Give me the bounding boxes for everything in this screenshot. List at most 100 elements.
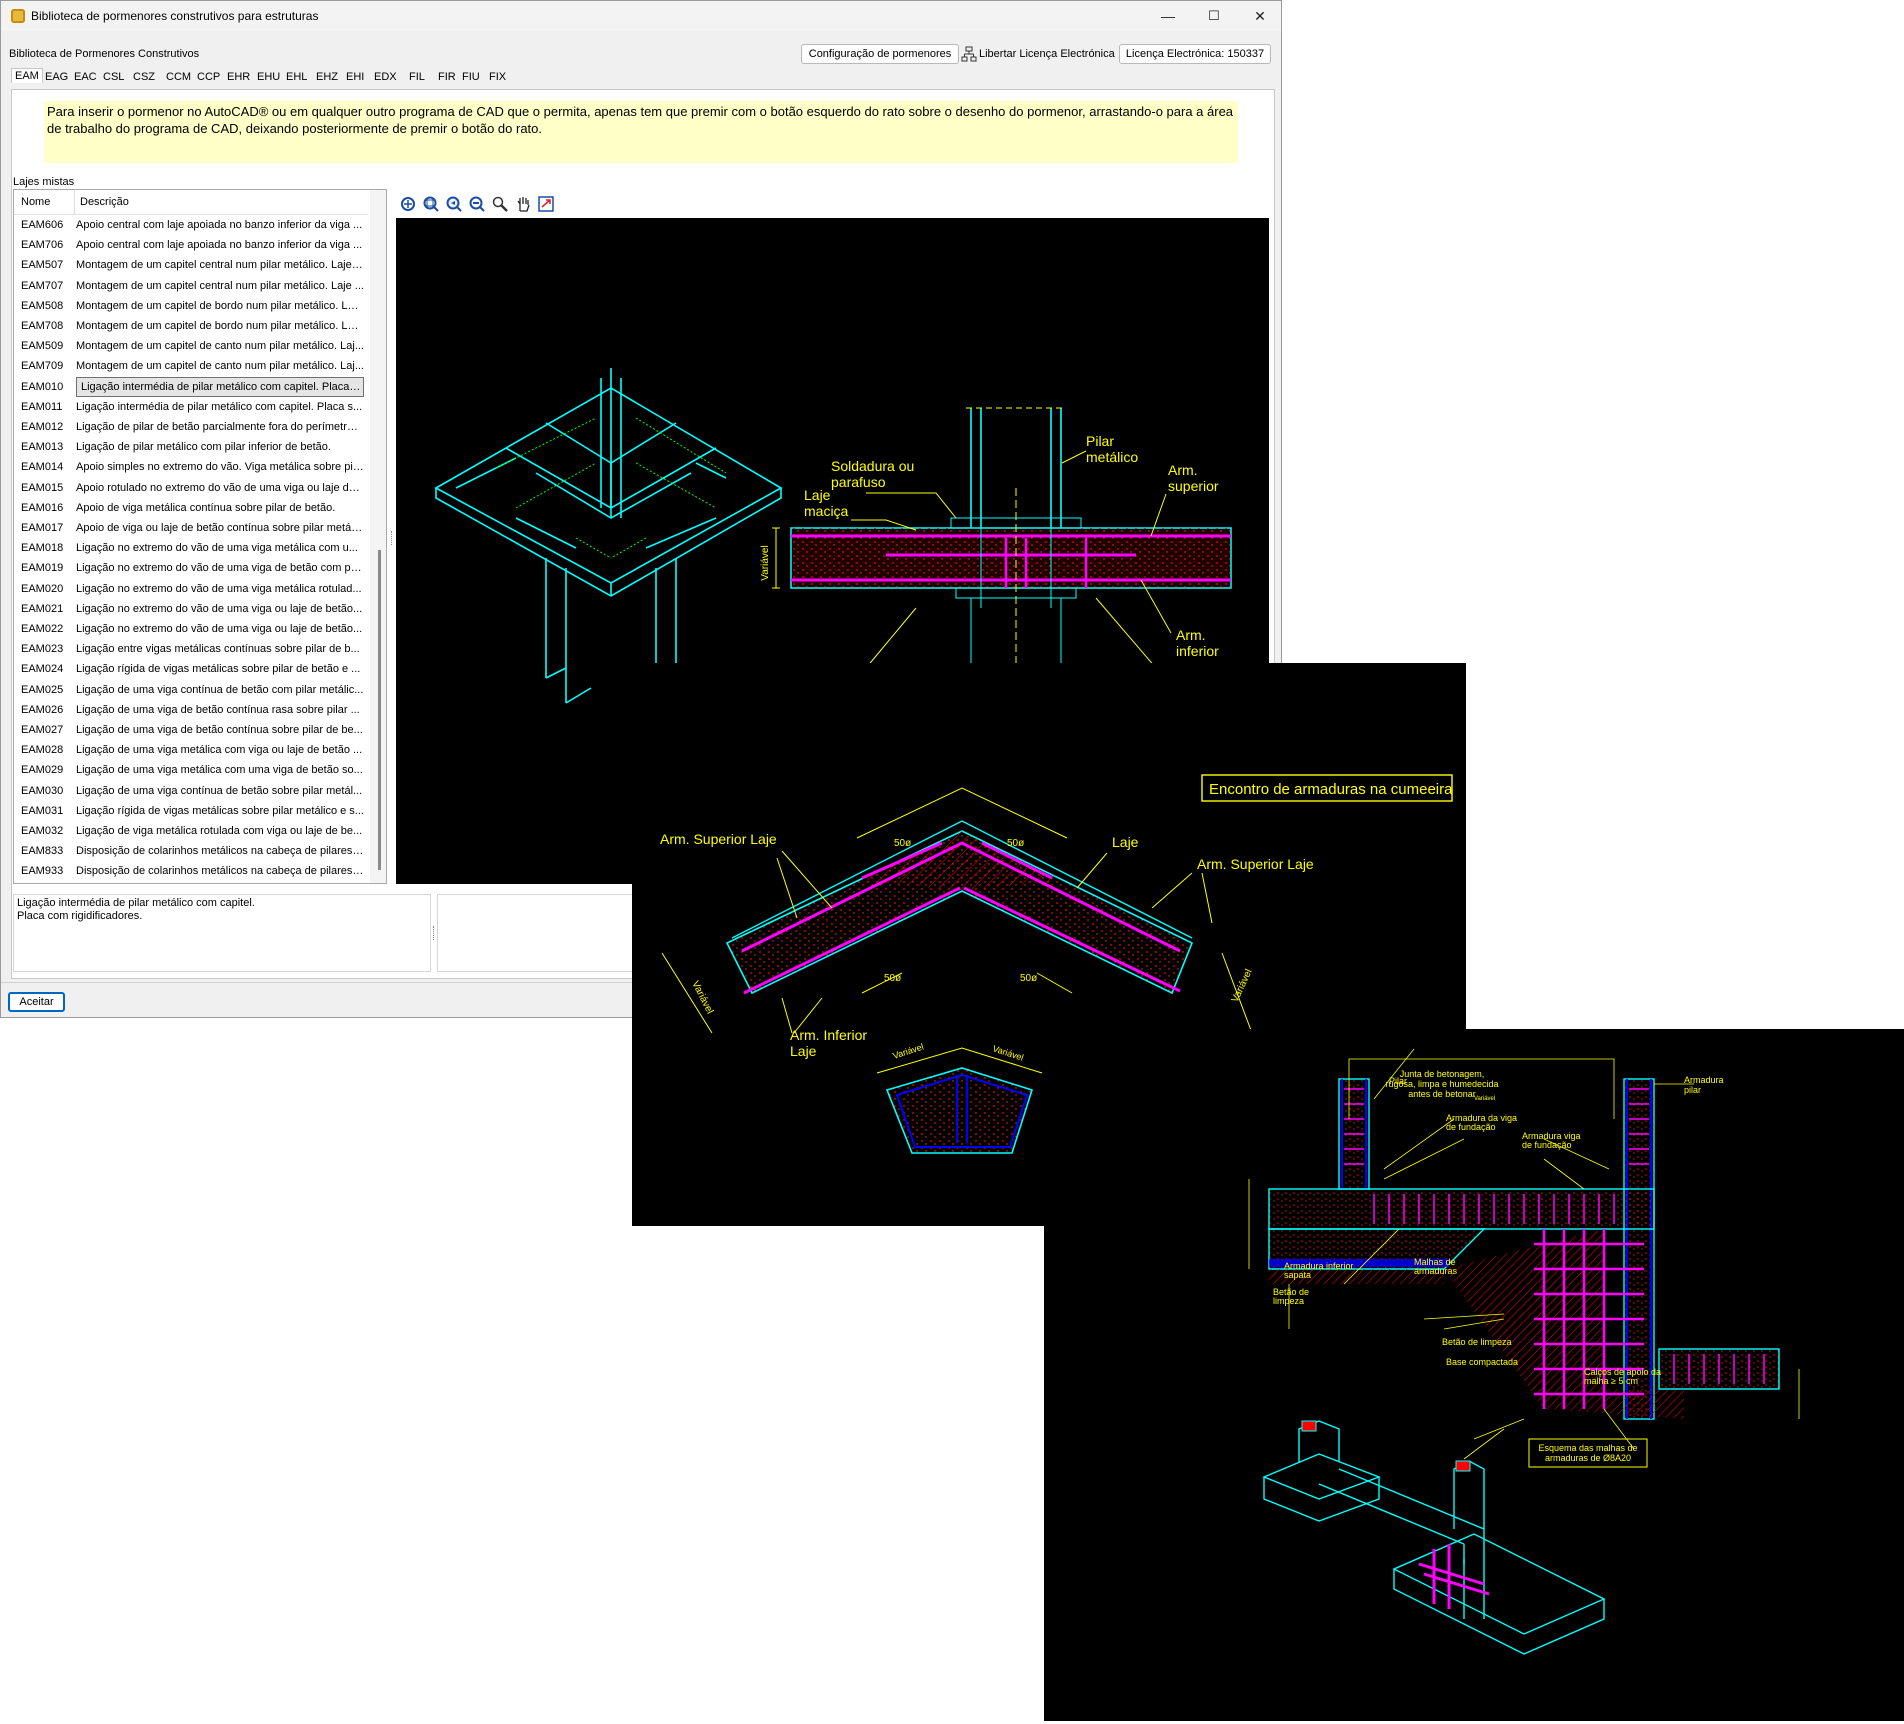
- list-item[interactable]: EAM606 Apoio central com laje apoiada no …: [14, 215, 368, 235]
- release-license-link[interactable]: Libertar Licença Electrónica: [979, 48, 1115, 60]
- item-description: Montagem de um capitel de canto num pila…: [76, 340, 364, 353]
- description-box: Ligação intermédia de pilar metálico com…: [13, 894, 431, 972]
- list-item[interactable]: EAM026 Ligação de uma viga de betão contí…: [14, 700, 368, 720]
- list-item[interactable]: EAM707 Montagem de um capitel central num…: [14, 276, 368, 296]
- label-laje-bottom: Laje: [790, 1043, 817, 1059]
- library-label: Biblioteca de Pormenores Construtivos: [9, 48, 200, 60]
- list-item[interactable]: EAM706 Apoio central com laje apoiada no …: [14, 235, 368, 255]
- list-item[interactable]: EAM016 Apoio de viga metálica contínua so…: [14, 498, 368, 518]
- tab-ccm[interactable]: CCM: [166, 71, 191, 83]
- list-item[interactable]: EAM032 Ligação de viga metálica rotulada …: [14, 821, 368, 841]
- zoom-realtime-icon[interactable]: [468, 195, 486, 213]
- list-item[interactable]: EAM833 Disposição de colarinhos metálicos…: [14, 841, 368, 861]
- list-item[interactable]: EAM017 Apoio de viga ou laje de betão con…: [14, 518, 368, 538]
- network-icon: [961, 46, 977, 62]
- title-bar[interactable]: Biblioteca de pormenores construtivos pa…: [1, 1, 1281, 31]
- item-name: EAM606: [21, 219, 64, 231]
- list-item[interactable]: EAM933 Disposição de colarinhos metálicos…: [14, 861, 368, 881]
- details-list[interactable]: Nome Descrição EAM606 Apoio central com l…: [13, 189, 387, 884]
- column-header-name[interactable]: Nome: [21, 196, 50, 208]
- dim-50d: 50ø: [1020, 973, 1037, 984]
- list-item[interactable]: EAM030 Ligação de uma viga contínua de be…: [14, 781, 368, 801]
- tab-fix[interactable]: FIX: [489, 71, 506, 83]
- app-icon: [11, 9, 25, 23]
- item-name: EAM027: [21, 724, 64, 736]
- item-name: EAM030: [21, 784, 64, 797]
- tab-csz[interactable]: CSZ: [133, 71, 155, 83]
- column-header-description[interactable]: Descrição: [80, 196, 129, 208]
- list-item[interactable]: EAM508 Montagem de um capitel de bordo nu…: [14, 296, 368, 316]
- item-description: Montagem de um capitel central num pilar…: [76, 279, 364, 292]
- splitter-handle-2[interactable]: [433, 926, 434, 940]
- item-name: EAM013: [21, 441, 64, 454]
- config-button[interactable]: Configuração de pormenores: [801, 44, 959, 64]
- label-arm-inf-1: Arm.: [1176, 627, 1206, 643]
- list-item[interactable]: EAM024 Ligação rígida de vigas metálicas …: [14, 659, 368, 679]
- var-small-right: Variável: [991, 1043, 1024, 1062]
- tab-ehl[interactable]: EHL: [286, 71, 307, 83]
- tab-fil[interactable]: FIL: [409, 71, 425, 83]
- item-name: EAM833: [21, 845, 64, 858]
- label-arm-sup-laje-left: Arm. Superior Laje: [660, 831, 777, 847]
- label-pilar: Pilar: [1086, 433, 1114, 449]
- item-name: EAM019: [21, 562, 64, 575]
- list-item[interactable]: EAM022 Ligação no extremo do vão de uma v…: [14, 619, 368, 639]
- list-item[interactable]: EAM019 Ligação no extremo do vão de uma v…: [14, 558, 368, 578]
- item-description: Ligação de uma viga metálica com uma vig…: [76, 764, 363, 777]
- tab-csl[interactable]: CSL: [103, 71, 124, 83]
- tab-ehz[interactable]: EHZ: [316, 71, 338, 83]
- item-name: EAM014: [21, 461, 64, 474]
- zoom-in-icon[interactable]: [491, 195, 509, 213]
- tab-ehi[interactable]: EHI: [346, 71, 364, 83]
- tab-ehr[interactable]: EHR: [227, 71, 250, 83]
- tab-edx[interactable]: EDX: [374, 71, 397, 83]
- list-item[interactable]: EAM014 Apoio simples no extremo do vão. V…: [14, 457, 368, 477]
- zoom-extents-icon[interactable]: [399, 195, 417, 213]
- item-name: EAM708: [21, 320, 64, 332]
- list-item[interactable]: EAM023 Ligação entre vigas metálicas cont…: [14, 639, 368, 659]
- list-item[interactable]: EAM027 Ligação de uma viga de betão contí…: [14, 720, 368, 740]
- list-item[interactable]: EAM029 Ligação de uma viga metálica com u…: [14, 760, 368, 780]
- regenerate-icon[interactable]: [537, 195, 555, 213]
- list-item[interactable]: EAM509 Montagem de um capitel de canto nu…: [14, 336, 368, 356]
- maximize-button[interactable]: ☐: [1191, 1, 1237, 31]
- list-scrollbar[interactable]: [370, 190, 386, 883]
- scrollbar-thumb[interactable]: [378, 550, 381, 870]
- list-item[interactable]: EAM028 Ligação de uma viga metálica com v…: [14, 740, 368, 760]
- tab-ehu[interactable]: EHU: [257, 71, 280, 83]
- list-item[interactable]: EAM013 Ligação de pilar metálico com pila…: [14, 437, 368, 457]
- list-item[interactable]: EAM010 Ligação intermédia de pilar metáli…: [14, 376, 368, 397]
- tab-eac[interactable]: EAC: [74, 71, 97, 83]
- tab-fir[interactable]: FIR: [438, 71, 456, 83]
- item-description: Ligação de viga metálica rotulada com vi…: [76, 825, 363, 837]
- list-item[interactable]: EAM020 Ligação no extremo do vão de uma v…: [14, 579, 368, 599]
- list-item[interactable]: EAM011 Ligação intermédia de pilar metáli…: [14, 397, 368, 417]
- item-name: EAM024: [21, 663, 64, 676]
- overlay-foundation-drawing: Junta de betonagem, rugosa, limpa e hume…: [1044, 1029, 1904, 1721]
- list-item[interactable]: EAM025 Ligação de uma viga contínua de be…: [14, 680, 368, 700]
- list-item[interactable]: EAM018 Ligação no extremo do vão de uma v…: [14, 538, 368, 558]
- tab-eag[interactable]: EAG: [45, 71, 68, 83]
- tab-ccp[interactable]: CCP: [197, 71, 220, 83]
- list-item[interactable]: EAM507 Montagem de um capitel central num…: [14, 255, 368, 275]
- close-button[interactable]: ✕: [1237, 1, 1283, 31]
- zoom-previous-icon[interactable]: [445, 195, 463, 213]
- list-item[interactable]: EAM021 Ligação no extremo do vão de uma v…: [14, 599, 368, 619]
- pan-hand-icon[interactable]: [514, 195, 532, 213]
- license-button[interactable]: Licença Electrónica: 150337: [1119, 44, 1271, 64]
- splitter-handle[interactable]: [391, 531, 394, 545]
- list-item[interactable]: EAM031 Ligação rígida de vigas metálicas …: [14, 801, 368, 821]
- list-item[interactable]: EAM708 Montagem de um capitel de bordo nu…: [14, 316, 368, 336]
- minimize-button[interactable]: —: [1145, 1, 1191, 31]
- item-name: EAM029: [21, 764, 64, 777]
- accept-button[interactable]: Aceitar: [8, 992, 65, 1012]
- tab-fiu[interactable]: FIU: [462, 71, 480, 83]
- item-description: Apoio central com laje apoiada no banzo …: [76, 219, 363, 231]
- list-item[interactable]: EAM015 Apoio rotulado no extremo do vão d…: [14, 478, 368, 498]
- zoom-window-icon[interactable]: [422, 195, 440, 213]
- list-item[interactable]: EAM709 Montagem de um capitel de canto nu…: [14, 356, 368, 376]
- tab-eam[interactable]: EAM: [11, 68, 43, 83]
- variavel-label: Variável: [760, 545, 771, 580]
- item-name: EAM032: [21, 825, 64, 837]
- list-item[interactable]: EAM012 Ligação de pilar de betão parcialm…: [14, 417, 368, 437]
